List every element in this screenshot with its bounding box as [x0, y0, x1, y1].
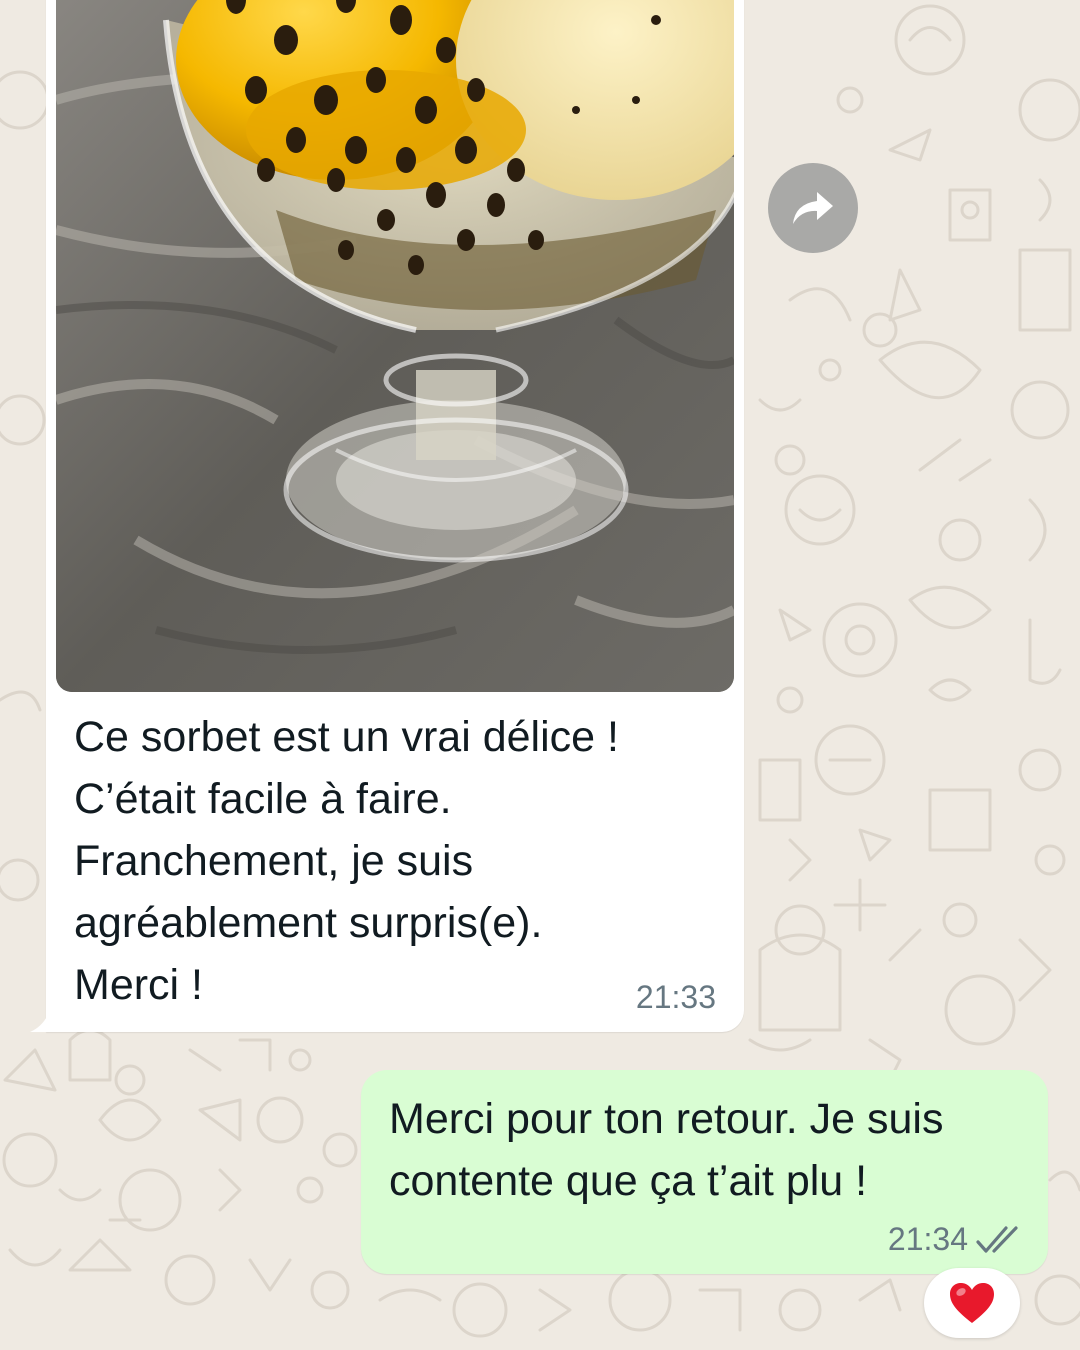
- message-line: Merci !: [74, 961, 203, 1009]
- message-meta: 21:34: [888, 1221, 1022, 1258]
- message-line: agréablement surpris(e).: [74, 899, 543, 947]
- outgoing-message-text: Merci pour ton retour. Je suis contente …: [389, 1088, 943, 1212]
- message-line: Merci pour ton retour. Je suis: [389, 1095, 944, 1143]
- message-line: contente que ça t’ait plu !: [389, 1157, 868, 1205]
- reaction-badge[interactable]: [924, 1268, 1020, 1338]
- bubble-tail: [30, 1010, 50, 1032]
- sorbet-image: [56, 0, 734, 692]
- outgoing-timestamp: 21:34: [887, 1221, 968, 1257]
- message-line: Ce sorbet est un vrai délice !: [74, 713, 619, 761]
- message-line: Franchement, je suis: [74, 837, 474, 885]
- outgoing-message-bubble[interactable]: Merci pour ton retour. Je suis contente …: [361, 1070, 1048, 1274]
- incoming-timestamp: 21:33: [635, 979, 716, 1015]
- heart-icon: [950, 1283, 994, 1323]
- forward-arrow-icon: [793, 192, 833, 224]
- message-line: C’était facile à faire.: [74, 775, 452, 823]
- double-check-icon: [976, 1225, 1018, 1253]
- forward-button[interactable]: [768, 163, 858, 253]
- sorbet-photo[interactable]: [56, 0, 734, 692]
- incoming-message-bubble[interactable]: Ce sorbet est un vrai délice ! C’était f…: [30, 0, 744, 1032]
- incoming-message-text: Ce sorbet est un vrai délice ! C’était f…: [74, 706, 704, 1016]
